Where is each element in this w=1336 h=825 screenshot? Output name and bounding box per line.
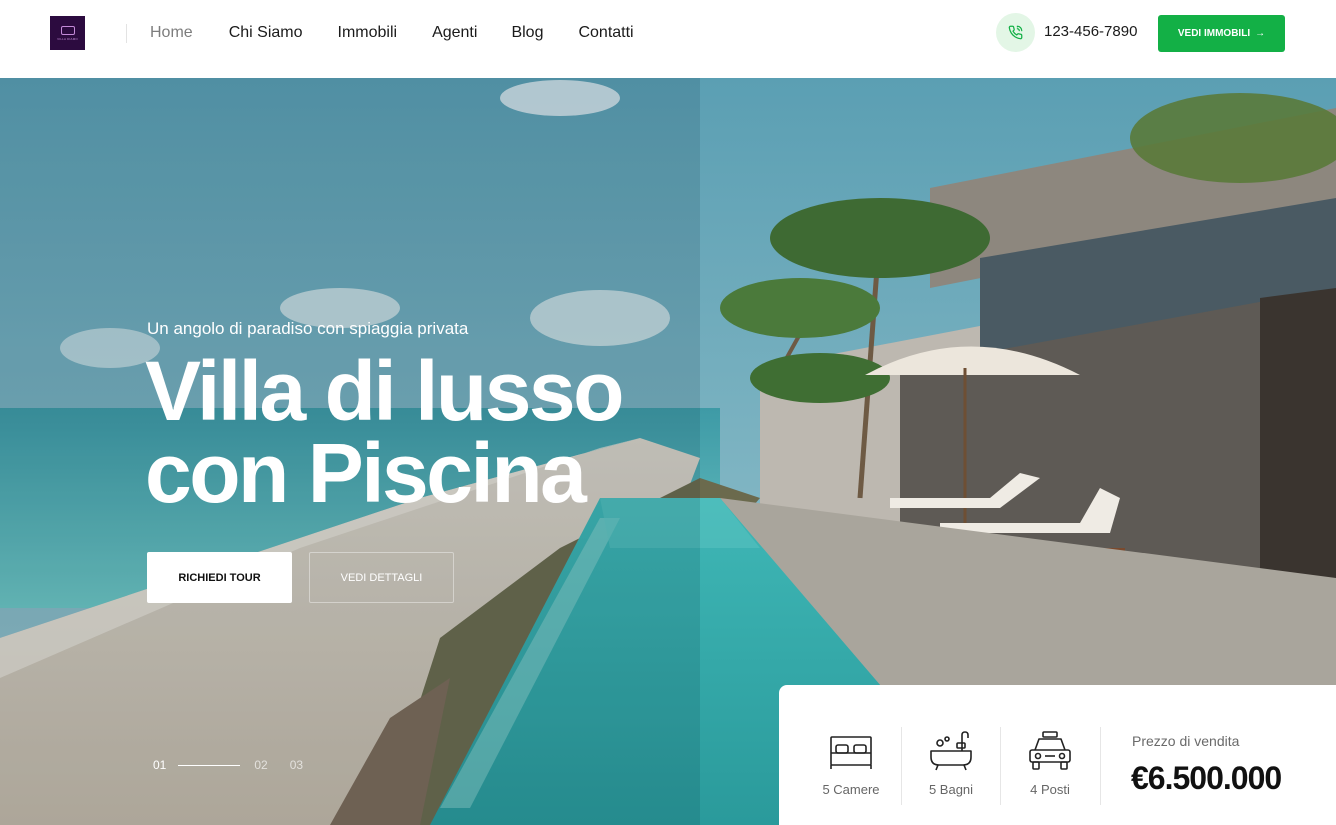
bed-icon bbox=[801, 728, 901, 774]
price-value: €6.500.000 bbox=[1131, 760, 1282, 796]
vedi-dettagli-button[interactable]: VEDI DETTAGLI bbox=[309, 552, 454, 603]
slide-pagination: 01 02 03 bbox=[153, 758, 303, 772]
logo-mark bbox=[60, 25, 75, 35]
property-info-card: 5 Camere 5 Bagni 4 Posti Prezzo di vendi… bbox=[779, 685, 1336, 825]
nav-item-blog[interactable]: Blog bbox=[511, 22, 543, 44]
car-icon bbox=[1000, 728, 1100, 774]
logo-text: VILLA DIAMO bbox=[57, 36, 78, 41]
phone-number[interactable]: 123-456-7890 bbox=[1044, 22, 1137, 42]
nav-item-contatti[interactable]: Contatti bbox=[578, 22, 633, 44]
bathtub-icon bbox=[901, 728, 1001, 774]
feature-bagni-label: 5 Bagni bbox=[928, 782, 974, 797]
feature-camere: 5 Camere bbox=[801, 728, 901, 797]
price-label: Prezzo di vendita bbox=[1132, 733, 1240, 749]
nav-item-agenti[interactable]: Agenti bbox=[432, 22, 477, 44]
hero-title: Villa di lusso con Piscina bbox=[145, 349, 624, 515]
nav-item-chi-siamo[interactable]: Chi Siamo bbox=[229, 22, 303, 44]
feature-divider bbox=[1100, 727, 1101, 805]
feature-posti: 4 Posti bbox=[1000, 728, 1100, 797]
vedi-immobili-button[interactable]: VEDI IMMOBILI → bbox=[1158, 15, 1285, 52]
hero-eyebrow: Un angolo di paradiso con spiaggia priva… bbox=[147, 319, 469, 338]
feature-camere-label: 5 Camere bbox=[822, 782, 880, 797]
nav-item-immobili[interactable]: Immobili bbox=[338, 22, 398, 44]
logo[interactable]: VILLA DIAMO bbox=[50, 16, 85, 50]
main-nav: Home Chi Siamo Immobili Agenti Blog Cont… bbox=[150, 22, 634, 44]
site-header: VILLA DIAMO Home Chi Siamo Immobili Agen… bbox=[0, 0, 1336, 78]
phone-icon[interactable] bbox=[996, 13, 1035, 52]
slide-indicator-1[interactable]: 01 bbox=[153, 758, 166, 772]
cta-label: VEDI IMMOBILI bbox=[1177, 28, 1251, 39]
feature-posti-label: 4 Posti bbox=[1030, 782, 1070, 797]
hero-title-line2-bold: Piscina bbox=[307, 426, 587, 520]
slide-indicator-2[interactable]: 02 bbox=[254, 758, 267, 772]
richiedi-tour-button[interactable]: RICHIEDI TOUR bbox=[147, 552, 292, 603]
nav-item-home[interactable]: Home bbox=[150, 22, 193, 44]
header-divider bbox=[126, 24, 127, 43]
hero-title-line2-regular: con bbox=[145, 426, 289, 520]
feature-bagni: 5 Bagni bbox=[901, 728, 1001, 797]
slide-progress-line bbox=[178, 764, 241, 766]
hero-title-line1: Villa di lusso bbox=[145, 344, 624, 438]
arrow-right-icon: → bbox=[1255, 28, 1266, 39]
slide-indicator-3[interactable]: 03 bbox=[290, 758, 303, 772]
